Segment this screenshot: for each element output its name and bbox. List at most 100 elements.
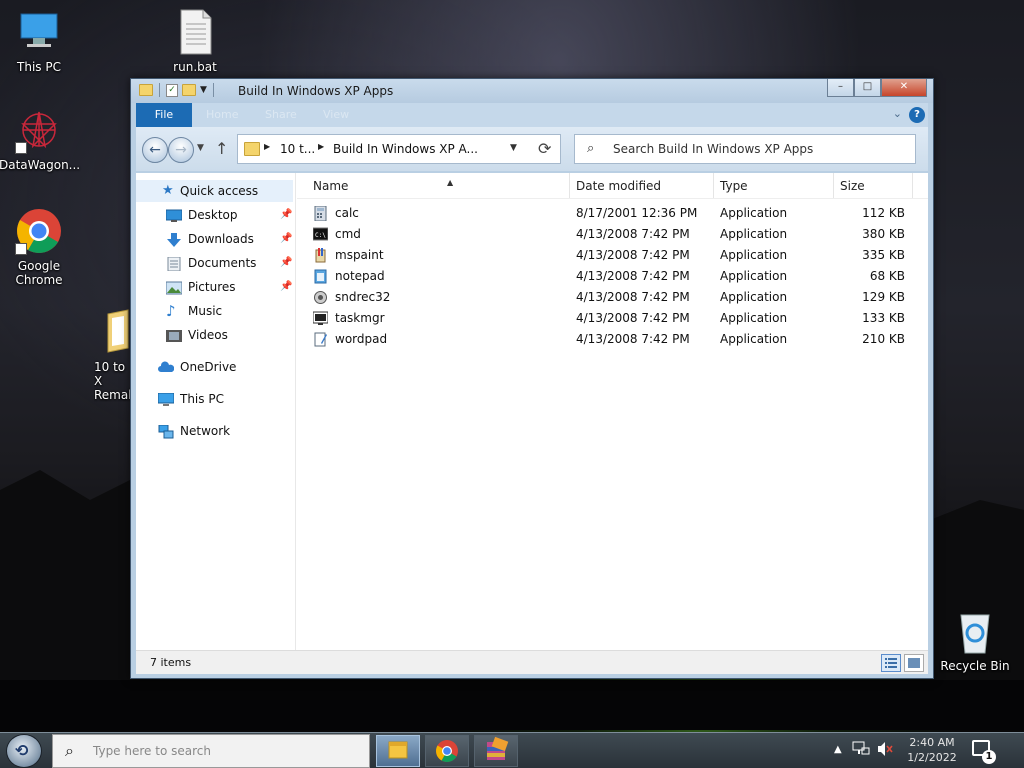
archive-icon <box>487 736 509 760</box>
taskbar-search[interactable]: ⌕ Type here to search <box>52 734 370 768</box>
nav-music[interactable]: ♪ Music <box>166 300 293 322</box>
details-view-icon <box>885 658 897 668</box>
breadcrumb-arrow-icon[interactable]: ▶ <box>318 142 324 151</box>
star-icon: ★ <box>162 183 174 198</box>
recent-locations-icon[interactable]: ▼ <box>197 143 204 153</box>
column-header-type[interactable]: Type <box>714 173 834 199</box>
up-button[interactable]: ↑ <box>215 139 228 158</box>
sound-recorder-icon <box>313 290 328 305</box>
computer-icon <box>15 8 63 56</box>
network-tray-icon[interactable] <box>852 740 870 768</box>
expand-ribbon-icon[interactable]: ⌄ <box>893 107 902 120</box>
chrome-icon <box>436 740 458 762</box>
show-hidden-icons-icon[interactable]: ▲ <box>834 744 842 768</box>
file-name: mspaint <box>335 248 384 262</box>
nav-downloads[interactable]: Downloads 📌 <box>166 228 293 250</box>
taskbar-search-placeholder: Type here to search <box>93 744 211 758</box>
desktop-icon-chrome[interactable]: Google Chrome <box>0 207 79 287</box>
file-name: taskmgr <box>335 311 385 325</box>
maximize-button[interactable]: □ <box>854 79 881 97</box>
window-title: Build In Windows XP Apps <box>238 84 394 98</box>
file-name: cmd <box>335 227 361 241</box>
taskbar-file-explorer[interactable] <box>376 735 420 767</box>
taskbar-clock[interactable]: 2:40 AM 1/2/2022 <box>904 735 960 765</box>
column-header-date[interactable]: Date modified <box>570 173 714 199</box>
nav-quick-access[interactable]: ★ Quick access <box>136 180 293 202</box>
clock-date: 1/2/2022 <box>907 751 957 764</box>
file-size: 380 KB <box>862 227 905 241</box>
file-list: Name ▲ Date modified Type Size calc 8/17/… <box>297 173 928 650</box>
recycle-bin-icon <box>951 607 999 655</box>
file-name: sndrec32 <box>335 290 391 304</box>
taskbar-winrar[interactable] <box>474 735 518 767</box>
chevron-down-icon[interactable]: ▼ <box>200 85 207 95</box>
new-folder-icon[interactable] <box>182 84 196 96</box>
file-date-modified: 4/13/2008 7:42 PM <box>576 311 690 325</box>
title-bar[interactable]: ✓ ▼ Build In Windows XP Apps – □ ✕ <box>131 79 933 103</box>
shortcut-arrow-icon <box>15 142 27 154</box>
notification-count-badge: 1 <box>982 750 996 764</box>
file-size: 335 KB <box>862 248 905 262</box>
file-explorer-icon <box>388 741 408 759</box>
help-icon[interactable]: ? <box>909 107 925 123</box>
file-row-cmd[interactable]: C:\ cmd 4/13/2008 7:42 PM Application 380 KB <box>297 224 928 245</box>
nav-pictures[interactable]: Pictures 📌 <box>165 276 293 298</box>
breadcrumb-arrow-icon[interactable]: ▶ <box>264 142 270 151</box>
details-view-button[interactable] <box>881 654 901 672</box>
notepad-icon <box>313 269 328 284</box>
file-row-wordpad[interactable]: wordpad 4/13/2008 7:42 PM Application 210 K… <box>297 329 928 350</box>
volume-muted-icon[interactable] <box>876 740 894 768</box>
nav-videos[interactable]: Videos <box>166 324 293 346</box>
calculator-icon <box>313 205 328 222</box>
column-header-name[interactable]: Name ▲ <box>307 173 570 199</box>
close-button[interactable]: ✕ <box>881 79 927 97</box>
file-row-calc[interactable]: calc 8/17/2001 12:36 PM Application 112 KB <box>297 203 928 224</box>
taskbar-chrome[interactable] <box>425 735 469 767</box>
tab-share[interactable]: Share <box>265 103 297 127</box>
large-icons-view-button[interactable] <box>904 654 924 672</box>
pin-icon: 📌 <box>280 257 293 268</box>
address-bar[interactable]: ▶ 10 t... ▶ Build In Windows XP A... ▼ ⟳ <box>237 134 561 164</box>
forward-button[interactable]: → <box>168 137 194 163</box>
column-header-size[interactable]: Size <box>834 173 913 199</box>
folder-icon <box>244 142 260 156</box>
desktop-icon-recycle-bin[interactable]: Recycle Bin <box>935 607 1015 673</box>
explorer-window: ✓ ▼ Build In Windows XP Apps – □ ✕ File … <box>130 78 934 679</box>
column-label: Name <box>313 179 349 193</box>
wordpad-icon <box>313 332 328 347</box>
tab-view[interactable]: View <box>323 103 349 127</box>
file-type: Application <box>720 227 788 241</box>
refresh-icon[interactable]: ⟳ <box>538 139 551 158</box>
address-dropdown-icon[interactable]: ▼ <box>510 143 517 153</box>
back-button[interactable]: ← <box>142 137 168 163</box>
downloads-icon <box>166 232 182 247</box>
file-row-notepad[interactable]: notepad 4/13/2008 7:42 PM Application 68 KB <box>297 266 928 287</box>
documents-icon <box>166 256 182 272</box>
file-type: Application <box>720 311 788 325</box>
nav-label: This PC <box>180 392 224 406</box>
file-row-taskmgr[interactable]: taskmgr 4/13/2008 7:42 PM Application 133 K… <box>297 308 928 329</box>
nav-desktop[interactable]: Desktop 📌 <box>165 204 293 226</box>
large-icons-view-icon <box>908 658 920 668</box>
search-box[interactable]: ⌕ Search Build In Windows XP Apps <box>574 134 916 164</box>
file-row-mspaint[interactable]: mspaint 4/13/2008 7:42 PM Application 335 K… <box>297 245 928 266</box>
breadcrumb-item[interactable]: 10 t... <box>280 142 315 156</box>
minimize-button[interactable]: – <box>827 79 854 97</box>
file-row-sndrec32[interactable]: sndrec32 4/13/2008 7:42 PM Application 129 … <box>297 287 928 308</box>
desktop-icon-datawagon[interactable]: DataWagon... <box>0 106 80 172</box>
file-type: Application <box>720 332 788 346</box>
desktop-icon-run-bat[interactable]: run.bat <box>155 8 235 74</box>
desktop-icon-this-pc[interactable]: This PC <box>0 8 79 74</box>
properties-icon[interactable]: ✓ <box>166 83 178 97</box>
breadcrumb-item[interactable]: Build In Windows XP A... <box>333 142 478 156</box>
desktop-icon <box>165 208 183 222</box>
nav-network[interactable]: Network <box>158 420 293 442</box>
nav-onedrive[interactable]: OneDrive <box>158 356 293 378</box>
file-date-modified: 4/13/2008 7:42 PM <box>576 269 690 283</box>
start-button[interactable]: ⟲ <box>6 734 42 768</box>
nav-this-pc[interactable]: This PC <box>157 388 293 410</box>
tab-home[interactable]: Home <box>206 103 238 127</box>
navigation-bar: ← → ▼ ↑ ▶ 10 t... ▶ Build In Windows XP … <box>136 127 928 171</box>
nav-documents[interactable]: Documents 📌 <box>166 252 293 274</box>
tab-file[interactable]: File <box>136 103 192 127</box>
